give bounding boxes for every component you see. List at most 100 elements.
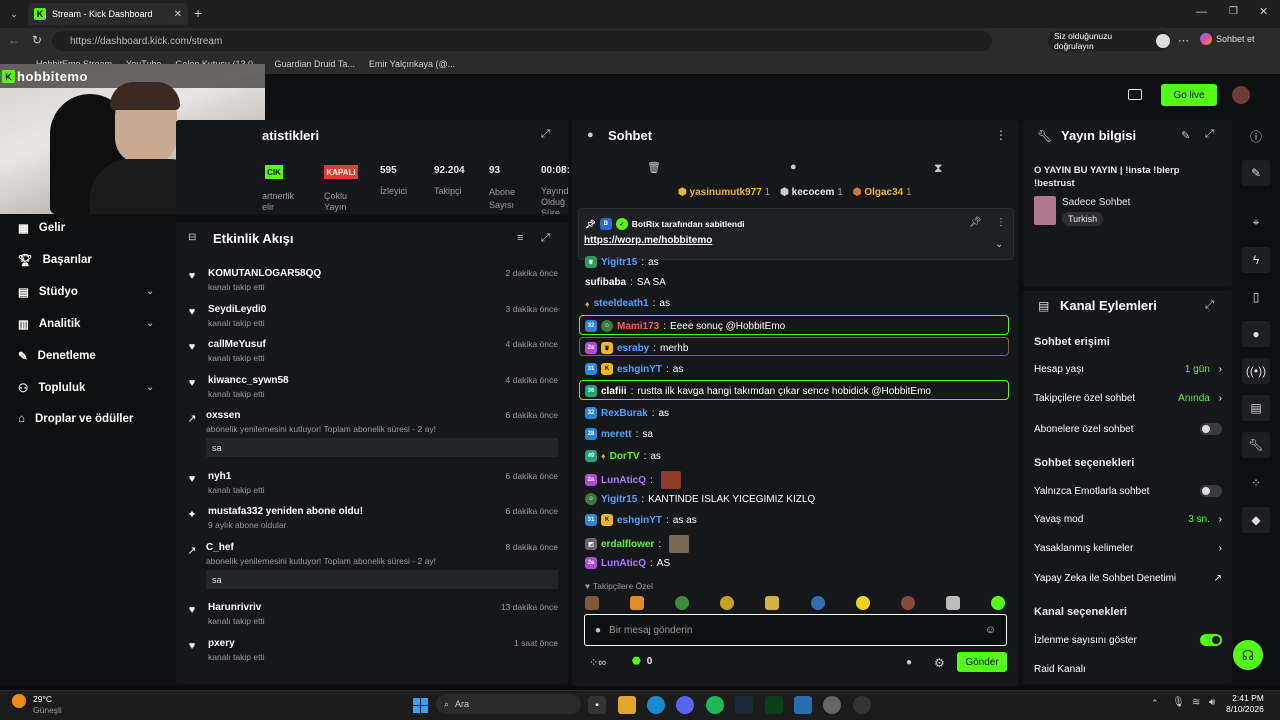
user-avatar[interactable] [1232,86,1250,104]
new-tab-icon[interactable]: + [194,5,202,21]
tag-icon[interactable]: ◆ [1242,507,1270,533]
wifi-icon[interactable]: ≋ [1192,697,1200,708]
sidebar-item-analitik[interactable]: ▥ Analitik [18,317,80,331]
chat-username[interactable]: Yigitr15 [601,494,637,505]
chat-username[interactable]: sufibaba [585,277,626,288]
chat-username[interactable]: Mami173 [617,321,659,332]
task-view-icon[interactable]: ▪ [588,696,606,714]
trash-icon[interactable]: 🗑︎ [647,161,661,174]
back-icon[interactable]: ← [8,33,20,47]
popout-icon[interactable]: ⤢ [1205,128,1214,141]
chat-username[interactable]: merett [601,429,632,440]
emote-10-icon[interactable] [990,596,1005,610]
gear-icon[interactable]: ⚙ [934,656,945,670]
chat-username[interactable]: steeldeath1 [594,298,649,309]
filter-icon[interactable]: ≡ [517,232,523,244]
file-explorer-icon[interactable] [618,696,636,714]
chat-username[interactable]: LunAticQ [601,558,646,569]
weather-icon[interactable] [12,694,26,708]
tab-list-icon[interactable]: ⌄ [6,7,22,21]
edit-pen-icon[interactable]: ✎ [1242,160,1270,186]
more-menu-icon[interactable]: ⋯ [1178,34,1189,47]
settings-icon[interactable] [823,696,841,714]
document-icon[interactable]: ▯ [1242,284,1270,310]
broadcast-icon[interactable]: ((•)) [1242,358,1270,384]
volume-icon[interactable]: 🔊︎ [1209,697,1215,708]
chat-username[interactable]: clafiii [601,386,627,397]
weather-widget[interactable]: 29°C Güneşli [33,694,62,716]
emote-4-icon[interactable] [720,596,735,610]
edit-icon[interactable]: ✎ [1181,129,1190,142]
popout-icon[interactable]: ⤢ [541,232,550,245]
subs-only-toggle[interactable] [1200,423,1222,435]
popout-icon[interactable]: ⤢ [1205,299,1214,312]
support-chat-button[interactable]: ☊ [1233,640,1263,670]
info-icon[interactable]: ⓘ [1242,123,1270,149]
close-window-icon[interactable]: ✕ [1259,5,1268,18]
followers-only-row[interactable]: Takipçilere özel sohbet Anında › [1034,393,1222,404]
chat-input[interactable]: ● Bir mesaj gönderin ☺ [584,614,1007,646]
emote-9-icon[interactable] [945,596,960,610]
taskbar-search[interactable]: ⌕ Ara [436,694,581,714]
sidebar-item-topluluk[interactable]: ⚇ Topluluk [18,381,85,395]
emote-5-icon[interactable] [765,596,780,610]
chat-username[interactable]: eshginYT [617,515,662,526]
chevron-down-icon[interactable]: ⌄ [146,286,154,297]
chat-username[interactable]: DorTV [610,451,640,462]
sidebar-item-denetleme[interactable]: ✎ Denetleme [18,349,96,363]
pinned-link[interactable]: https://worp.me/hobbitemo [584,235,712,246]
chat-menu-icon[interactable]: ⋮ [995,128,1007,142]
emote-6-icon[interactable] [810,596,825,610]
chat-username[interactable]: eshginYT [617,364,662,375]
emote-1-icon[interactable] [585,596,599,610]
bookmark-item[interactable]: Emir Yalçınkaya (@... [369,59,455,69]
maximize-icon[interactable]: ❐ [1229,6,1238,17]
wrench-sidebar-icon[interactable]: 🔧︎ [1242,432,1270,458]
emote-8-icon[interactable] [900,596,915,610]
edge-icon[interactable] [647,696,665,714]
target-icon[interactable]: ⌖ [1242,209,1270,235]
chat-username[interactable]: Yigitr15 [601,257,637,268]
slow-mode-row[interactable]: Yavaş mod 3 sn. › [1034,514,1222,525]
microphone-icon[interactable]: 🎙︎ [1172,697,1185,708]
steam-icon[interactable] [735,696,753,714]
copilot-button[interactable]: Sohbet et [1200,33,1255,45]
chevron-down-icon[interactable]: ⌄ [995,239,1003,250]
points-display[interactable]: ⬣ 0 [632,656,652,667]
sidebar-item-basarilar[interactable]: 🏆︎ Başarılar [18,253,92,267]
chat-sidebar-icon[interactable]: ● [1242,321,1270,347]
spotify-icon[interactable] [706,696,724,714]
unpin-icon[interactable]: 📌︎ [969,217,982,228]
chat-username[interactable]: erdalflower [601,539,654,550]
banned-words-row[interactable]: Yasaklanmış kelimeler › [1034,543,1222,554]
url-bar[interactable]: https://dashboard.kick.com/stream [52,31,992,51]
smiley-icon[interactable]: ☺ [985,624,996,636]
emote-3-icon[interactable] [675,596,690,610]
raid-row[interactable]: Raid Kanalı [1034,664,1222,675]
ai-moderation-row[interactable]: Yapay Zeka ile Sohbet Denetimi ↗ [1034,573,1222,584]
popout-icon[interactable]: ⤢ [541,128,550,141]
sidebar-item-gelir[interactable]: ▦ Gelir [18,221,65,235]
chat-username[interactable]: RexBurak [601,408,648,419]
chevron-down-icon[interactable]: ⌄ [146,318,154,329]
chat-username[interactable]: esraby [617,343,649,354]
sidebar-item-studyo[interactable]: ▤ Stüdyo [18,285,78,299]
emote-only-toggle[interactable] [1200,485,1222,497]
go-live-button[interactable]: Go live [1161,84,1217,106]
clock[interactable]: 2:41 PM 8/10/2026 [1226,693,1264,715]
pinned-menu-icon[interactable]: ⋮ [996,217,1006,228]
chat-bubble-icon[interactable]: ● [790,161,797,173]
share-icon[interactable]: ⁘ [1242,470,1270,496]
notepad-icon[interactable] [794,696,812,714]
layout-icon[interactable]: ▤ [1242,395,1270,421]
chat-bubble-icon[interactable]: ● [906,657,912,668]
bookmark-item[interactable]: Guardian Druid Ta... [274,59,354,69]
minimize-icon[interactable]: — [1196,6,1207,18]
browser-tab[interactable]: K Stream - Kick Dashboard ✕ [28,3,188,25]
emote-picker-icon[interactable]: ● [595,625,601,636]
lightning-icon[interactable]: ϟ [1242,247,1270,273]
send-button[interactable]: Gönder [957,652,1007,672]
close-tab-icon[interactable]: ✕ [174,9,182,20]
obs-icon[interactable] [853,696,871,714]
chevron-down-icon[interactable]: ⌄ [146,382,154,393]
